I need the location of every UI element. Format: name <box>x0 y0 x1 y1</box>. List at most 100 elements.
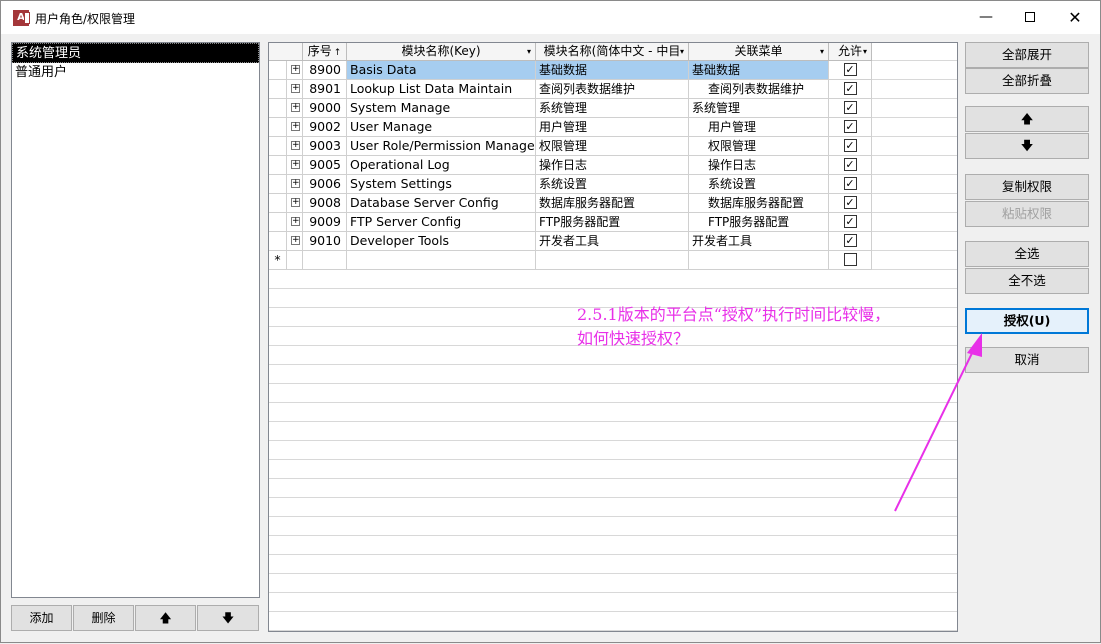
cell-key[interactable]: FTP Server Config <box>347 213 536 232</box>
cell-menu[interactable]: 查阅列表数据维护 <box>689 80 829 99</box>
row-selector[interactable] <box>269 118 287 137</box>
cell-allow[interactable]: ✓ <box>829 232 872 251</box>
authorize-button[interactable]: 授权(U) <box>965 308 1089 334</box>
minimize-button[interactable]: — <box>963 1 1009 34</box>
allow-checkbox[interactable]: ✓ <box>843 234 857 247</box>
cell-menu[interactable]: 用户管理 <box>689 118 829 137</box>
cell-allow[interactable]: ✓ <box>829 137 872 156</box>
allow-checkbox[interactable]: ✓ <box>843 158 857 171</box>
allow-checkbox[interactable]: ✓ <box>843 139 857 152</box>
maximize-button[interactable] <box>1007 1 1053 34</box>
cell-allow[interactable]: ✓ <box>829 213 872 232</box>
table-row[interactable]: +9005 Operational Log 操作日志 操作日志 ✓ <box>269 156 872 175</box>
cell-menu[interactable]: 基础数据 <box>689 61 829 80</box>
header-key[interactable]: 模块名称(Key) ▾ <box>347 43 536 61</box>
row-selector[interactable] <box>269 156 287 175</box>
cell-cn-name[interactable]: 开发者工具 <box>536 232 689 251</box>
table-row[interactable]: +9009 FTP Server Config FTP服务器配置 FTP服务器配置 ✓ <box>269 213 872 232</box>
collapse-all-button[interactable]: 全部折叠 <box>965 68 1089 94</box>
cell-cn-name[interactable]: 系统管理 <box>536 99 689 118</box>
dropdown-arrow-icon[interactable]: ▾ <box>680 43 684 60</box>
allow-checkbox[interactable]: ✓ <box>843 63 857 76</box>
dropdown-arrow-icon[interactable]: ▾ <box>820 43 824 60</box>
row-selector[interactable] <box>269 232 287 251</box>
cell-key[interactable]: Basis Data <box>347 61 536 80</box>
move-role-down-button[interactable]: 🡇 <box>197 605 259 631</box>
expand-plus-icon[interactable]: + <box>291 103 300 112</box>
move-up-button[interactable]: 🡅 <box>965 106 1089 132</box>
table-row[interactable]: +8901 Lookup List Data Maintain 查阅列表数据维护 查阅… <box>269 80 872 99</box>
row-selector[interactable] <box>269 175 287 194</box>
cell-key[interactable]: System Manage <box>347 99 536 118</box>
select-none-button[interactable]: 全不选 <box>965 268 1089 294</box>
row-selector[interactable] <box>269 80 287 99</box>
cell-cn-name[interactable]: 基础数据 <box>536 61 689 80</box>
row-selector[interactable] <box>269 137 287 156</box>
cell-allow[interactable]: ✓ <box>829 194 872 213</box>
allow-checkbox[interactable]: ✓ <box>843 196 857 209</box>
allow-checkbox[interactable]: ✓ <box>843 120 857 133</box>
cell-cn-name[interactable] <box>536 251 689 270</box>
allow-checkbox[interactable]: ✓ <box>843 101 857 114</box>
cell-menu[interactable]: 权限管理 <box>689 137 829 156</box>
cell-cn-name[interactable]: 权限管理 <box>536 137 689 156</box>
expand-cell[interactable]: + <box>287 137 303 156</box>
cell-menu[interactable]: 系统设置 <box>689 175 829 194</box>
cell-menu[interactable]: 系统管理 <box>689 99 829 118</box>
table-row[interactable]: +9010 Developer Tools 开发者工具 开发者工具 ✓ <box>269 232 872 251</box>
header-allow[interactable]: 允许 ▾ <box>829 43 872 61</box>
cell-cn-name[interactable]: 用户管理 <box>536 118 689 137</box>
table-row[interactable]: +9006 System Settings 系统设置 系统设置 ✓ <box>269 175 872 194</box>
header-seq[interactable]: 序号 ↑ <box>303 43 347 61</box>
expand-all-button[interactable]: 全部展开 <box>965 42 1089 68</box>
expand-plus-icon[interactable]: + <box>291 141 300 150</box>
row-selector[interactable]: * <box>269 251 287 270</box>
row-selector[interactable] <box>269 213 287 232</box>
cell-allow[interactable] <box>829 251 872 270</box>
cell-menu[interactable] <box>689 251 829 270</box>
delete-role-button[interactable]: 删除 <box>73 605 134 631</box>
table-row[interactable]: +9000 System Manage 系统管理 系统管理 ✓ <box>269 99 872 118</box>
cell-allow[interactable]: ✓ <box>829 99 872 118</box>
move-role-up-button[interactable]: 🡅 <box>135 605 196 631</box>
cell-cn-name[interactable]: 系统设置 <box>536 175 689 194</box>
role-item-normal-user[interactable]: 普通用户 <box>12 63 259 83</box>
add-role-button[interactable]: 添加 <box>11 605 72 631</box>
table-row[interactable]: +9008 Database Server Config 数据库服务器配置 数据库服务… <box>269 194 872 213</box>
table-row[interactable]: +9002 User Manage 用户管理 用户管理 ✓ <box>269 118 872 137</box>
hdr-select-all[interactable] <box>269 43 303 61</box>
expand-plus-icon[interactable]: + <box>291 179 300 188</box>
expand-cell[interactable]: + <box>287 194 303 213</box>
expand-cell[interactable]: + <box>287 213 303 232</box>
cell-allow[interactable]: ✓ <box>829 61 872 80</box>
expand-cell[interactable]: + <box>287 80 303 99</box>
cell-key[interactable]: Developer Tools <box>347 232 536 251</box>
expand-plus-icon[interactable]: + <box>291 217 300 226</box>
row-selector[interactable] <box>269 61 287 80</box>
expand-cell[interactable] <box>287 251 303 270</box>
allow-checkbox[interactable]: ✓ <box>843 82 857 95</box>
expand-cell[interactable]: + <box>287 232 303 251</box>
cell-menu[interactable]: 数据库服务器配置 <box>689 194 829 213</box>
cell-key[interactable]: Lookup List Data Maintain <box>347 80 536 99</box>
allow-checkbox[interactable]: ✓ <box>843 177 857 190</box>
role-item-admin[interactable]: 系统管理员 <box>12 43 259 63</box>
select-all-button[interactable]: 全选 <box>965 241 1089 267</box>
cell-key[interactable] <box>347 251 536 270</box>
paste-permission-button[interactable]: 粘贴权限 <box>965 201 1089 227</box>
cell-key[interactable]: Operational Log <box>347 156 536 175</box>
allow-checkbox[interactable]: ✓ <box>843 215 857 228</box>
cell-cn-name[interactable]: 操作日志 <box>536 156 689 175</box>
cell-cn-name[interactable]: FTP服务器配置 <box>536 213 689 232</box>
cell-allow[interactable]: ✓ <box>829 80 872 99</box>
expand-plus-icon[interactable]: + <box>291 160 300 169</box>
allow-checkbox[interactable] <box>843 253 857 266</box>
cell-menu[interactable]: 开发者工具 <box>689 232 829 251</box>
expand-plus-icon[interactable]: + <box>291 236 300 245</box>
cell-menu[interactable]: 操作日志 <box>689 156 829 175</box>
expand-cell[interactable]: + <box>287 175 303 194</box>
row-selector[interactable] <box>269 194 287 213</box>
cell-allow[interactable]: ✓ <box>829 156 872 175</box>
close-button[interactable]: ✕ <box>1052 1 1098 34</box>
cell-allow[interactable]: ✓ <box>829 118 872 137</box>
